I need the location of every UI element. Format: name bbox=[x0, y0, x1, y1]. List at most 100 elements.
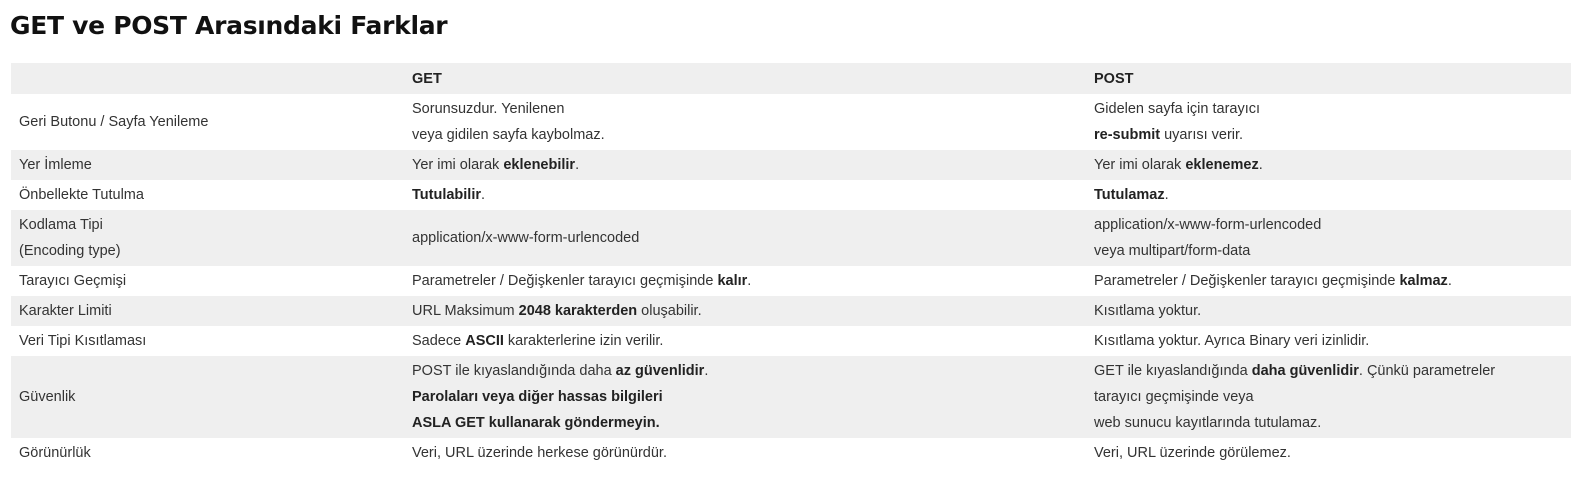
get-cell: Parametreler / Değişkenler tarayıcı geçm… bbox=[404, 266, 1086, 296]
bold-text: ASCII bbox=[465, 333, 504, 349]
text: Gidelen sayfa için tarayıcı bbox=[1094, 101, 1261, 117]
text: . bbox=[1447, 273, 1452, 289]
text: uyarısı verir. bbox=[1160, 127, 1244, 143]
cell-line: Veri, URL üzerinde görülemez. bbox=[1094, 440, 1563, 466]
table-row: Geri Butonu / Sayfa Yenileme Sorunsuzdur.… bbox=[11, 94, 1571, 150]
row-label: Kodlama Tipi (Encoding type) bbox=[11, 210, 404, 266]
table-body: Geri Butonu / Sayfa Yenileme Sorunsuzdur.… bbox=[11, 94, 1571, 468]
bold-text: eklenebilir bbox=[503, 157, 576, 173]
cell-line: Veri, URL üzerinde herkese görünürdür. bbox=[412, 440, 1078, 466]
get-cell: Yer imi olarak eklenebilir. bbox=[404, 150, 1086, 180]
cell-line: veya multipart/form-data bbox=[1094, 238, 1563, 264]
table-row: Yer İmleme Yer imi olarak eklenebilir. Yer… bbox=[11, 150, 1571, 180]
get-cell: Sorunsuzdur. Yenilenen veya gidilen sayfa… bbox=[404, 94, 1086, 150]
cell-line: Kodlama Tipi bbox=[19, 217, 103, 233]
cell-line: Kısıtlama yoktur. Ayrıca Binary veri izi… bbox=[1094, 328, 1563, 354]
text: . bbox=[1164, 187, 1169, 203]
post-cell: Tutulamaz. bbox=[1086, 180, 1571, 210]
get-cell: Tutulabilir. bbox=[404, 180, 1086, 210]
cell-line: Görünürlük bbox=[19, 445, 91, 461]
cell-line: Yer imi olarak eklenemez. bbox=[1094, 152, 1563, 178]
cell-line: URL Maksimum 2048 karakterden oluşabilir… bbox=[412, 298, 1078, 324]
text: Parametreler / Değişkenler tarayıcı geçm… bbox=[1094, 273, 1400, 289]
post-cell: application/x-www-form-urlencoded veya mu… bbox=[1086, 210, 1571, 266]
bold-text: re-submit bbox=[1094, 127, 1161, 143]
table-header-row: GET POST bbox=[11, 63, 1571, 94]
text: Kısıtlama yoktur. bbox=[1094, 303, 1202, 319]
post-cell: Kısıtlama yoktur. Ayrıca Binary veri izi… bbox=[1086, 326, 1571, 356]
post-cell: Veri, URL üzerinde görülemez. bbox=[1086, 438, 1571, 468]
cell-line: Tutulabilir. bbox=[412, 182, 1078, 208]
get-cell: application/x-www-form-urlencoded bbox=[404, 210, 1086, 266]
table-row: Karakter Limiti URL Maksimum 2048 karakte… bbox=[11, 296, 1571, 326]
post-cell: Yer imi olarak eklenemez. bbox=[1086, 150, 1571, 180]
cell-line: ASLA GET kullanarak göndermeyin. bbox=[412, 410, 1078, 436]
table-row: Veri Tipi Kısıtlaması Sadece ASCII karakt… bbox=[11, 326, 1571, 356]
cell-line: Parametreler / Değişkenler tarayıcı geçm… bbox=[1094, 268, 1563, 294]
bold-text: kalır bbox=[717, 273, 748, 289]
bold-text: Parolaları veya diğer hassas bilgileri bbox=[412, 389, 663, 405]
page-title: GET ve POST Arasındaki Farklar bbox=[10, 11, 448, 40]
cell-line: Geri Butonu / Sayfa Yenileme bbox=[19, 114, 209, 130]
bold-text: 2048 karakterden bbox=[518, 303, 638, 319]
text: web sunucu kayıtlarında tutulamaz. bbox=[1094, 415, 1322, 431]
text: POST ile kıyaslandığında daha bbox=[412, 363, 616, 379]
cell-line: Karakter Limiti bbox=[19, 303, 112, 319]
text: Parametreler / Değişkenler tarayıcı geçm… bbox=[412, 273, 718, 289]
cell-line: Parolaları veya diğer hassas bilgileri bbox=[412, 384, 1078, 410]
cell-line: veya gidilen sayfa kaybolmaz. bbox=[412, 122, 1078, 148]
text: application/x-www-form-urlencoded bbox=[412, 230, 640, 246]
cell-line: application/x-www-form-urlencoded bbox=[412, 225, 1078, 251]
text: Yer imi olarak bbox=[1094, 157, 1186, 173]
cell-line: Önbellekte Tutulma bbox=[19, 187, 144, 203]
row-label: Önbellekte Tutulma bbox=[11, 180, 404, 210]
row-label: Karakter Limiti bbox=[11, 296, 404, 326]
get-cell: POST ile kıyaslandığında daha az güvenli… bbox=[404, 356, 1086, 438]
cell-line: Tarayıcı Geçmişi bbox=[19, 273, 127, 289]
text: . Çünkü parametreler bbox=[1358, 363, 1496, 379]
cell-line: application/x-www-form-urlencoded bbox=[1094, 212, 1563, 238]
table-row: Görünürlük Veri, URL üzerinde herkese gör… bbox=[11, 438, 1571, 468]
text: veya gidilen sayfa kaybolmaz. bbox=[412, 127, 605, 143]
bold-text: ASLA GET kullanarak göndermeyin. bbox=[412, 415, 660, 431]
text: . bbox=[1258, 157, 1263, 173]
cell-line: Sorunsuzdur. Yenilenen bbox=[412, 96, 1078, 122]
cell-line: Yer imi olarak eklenebilir. bbox=[412, 152, 1078, 178]
get-cell: URL Maksimum 2048 karakterden oluşabilir… bbox=[404, 296, 1086, 326]
header-empty-cell bbox=[11, 63, 404, 94]
comparison-table: GET POST Geri Butonu / Sayfa Yenileme Sor… bbox=[11, 63, 1571, 468]
text: . bbox=[575, 157, 580, 173]
cell-line: Parametreler / Değişkenler tarayıcı geçm… bbox=[412, 268, 1078, 294]
cell-line: Veri Tipi Kısıtlaması bbox=[19, 333, 147, 349]
get-cell: Sadece ASCII karakterlerine izin verilir… bbox=[404, 326, 1086, 356]
table-row: Kodlama Tipi (Encoding type) application/x… bbox=[11, 210, 1571, 266]
cell-line: Güvenlik bbox=[19, 389, 76, 405]
bold-text: eklenemez bbox=[1185, 157, 1259, 173]
text: Sorunsuzdur. Yenilenen bbox=[412, 101, 565, 117]
row-label: Tarayıcı Geçmişi bbox=[11, 266, 404, 296]
row-label: Yer İmleme bbox=[11, 150, 404, 180]
table-row: Önbellekte Tutulma Tutulabilir. Tutulamaz. bbox=[11, 180, 1571, 210]
text: GET ile kıyaslandığında bbox=[1094, 363, 1252, 379]
text: . bbox=[747, 273, 752, 289]
cell-line: Kısıtlama yoktur. bbox=[1094, 298, 1563, 324]
row-label: Veri Tipi Kısıtlaması bbox=[11, 326, 404, 356]
header-post: POST bbox=[1094, 70, 1134, 87]
text: application/x-www-form-urlencoded bbox=[1094, 217, 1322, 233]
text: URL Maksimum bbox=[412, 303, 519, 319]
bold-text: Tutulamaz bbox=[1094, 187, 1165, 203]
header-get: GET bbox=[412, 70, 442, 87]
text: Yer imi olarak bbox=[412, 157, 504, 173]
bold-text: daha güvenlidir bbox=[1251, 363, 1359, 379]
bold-text: az güvenlidir bbox=[615, 363, 705, 379]
row-label: Görünürlük bbox=[11, 438, 404, 468]
cell-line: Tutulamaz. bbox=[1094, 182, 1563, 208]
cell-line: tarayıcı geçmişinde veya bbox=[1094, 384, 1563, 410]
post-cell: GET ile kıyaslandığında daha güvenlidir.… bbox=[1086, 356, 1571, 438]
text: karakterlerine izin verilir. bbox=[503, 333, 664, 349]
text: oluşabilir. bbox=[637, 303, 702, 319]
cell-line: Sadece ASCII karakterlerine izin verilir… bbox=[412, 328, 1078, 354]
post-cell: Parametreler / Değişkenler tarayıcı geçm… bbox=[1086, 266, 1571, 296]
post-cell: Gidelen sayfa için tarayıcı re-submit uya… bbox=[1086, 94, 1571, 150]
bold-text: kalmaz bbox=[1399, 273, 1448, 289]
